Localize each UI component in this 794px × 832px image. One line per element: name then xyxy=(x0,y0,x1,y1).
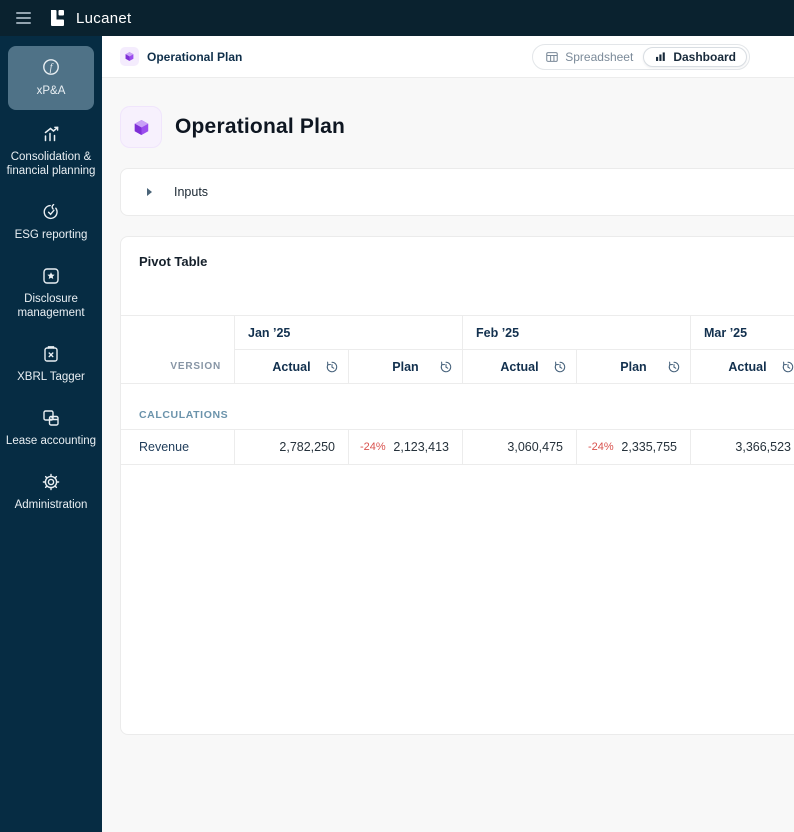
column-header-label: Plan xyxy=(392,359,419,374)
column-header-label: Actual xyxy=(272,359,311,374)
spreadsheet-toggle-button[interactable]: Spreadsheet xyxy=(535,48,643,66)
svg-text:f: f xyxy=(50,63,54,74)
sidebar-item-label: XBRL Tagger xyxy=(17,371,85,383)
breadcrumb[interactable]: Operational Plan xyxy=(120,47,242,66)
cell-value: 3,060,475 xyxy=(507,440,563,454)
star-square-icon xyxy=(41,266,61,286)
pivot-table-card: Pivot Table Jan ’25 Feb ’25 Mar ’25 VERS… xyxy=(120,236,794,735)
sidebar-item-administration[interactable]: Administration xyxy=(3,472,99,512)
leaf-check-icon xyxy=(41,202,61,222)
table-row-revenue: Revenue 2,782,250 -24% 2,123,413 3,060,4… xyxy=(121,430,794,465)
history-icon[interactable] xyxy=(553,360,567,374)
topbar: Lucanet xyxy=(0,0,794,36)
cell-value: 2,782,250 xyxy=(279,440,335,454)
sidebar-item-label: ESG reporting xyxy=(14,229,88,241)
cell-feb-plan[interactable]: -24% 2,335,755 xyxy=(576,430,690,465)
page-title: Operational Plan xyxy=(175,115,346,138)
sidebar-item-xbrl[interactable]: XBRL Tagger xyxy=(3,344,99,384)
column-header-mar-actual[interactable]: Actual xyxy=(690,350,794,384)
sidebar-item-label: Consolidation & financial planning xyxy=(6,151,96,177)
pivot-table: Jan ’25 Feb ’25 Mar ’25 VERSION Actual P… xyxy=(121,315,794,465)
menu-icon[interactable] xyxy=(16,12,31,24)
history-icon[interactable] xyxy=(781,360,794,374)
content: Operational Plan Inputs Pivot Table Jan … xyxy=(102,106,794,735)
dashboard-toggle-button[interactable]: Dashboard xyxy=(643,46,747,67)
breadcrumb-bar: Operational Plan Spreadsheet Dashboard xyxy=(102,36,794,78)
column-header-feb-plan[interactable]: Plan xyxy=(576,350,690,384)
cube-icon xyxy=(120,106,162,148)
cell-value: 2,123,413 xyxy=(393,440,449,454)
cell-mar-actual[interactable]: 3,366,523 xyxy=(690,430,794,465)
column-header-label: Actual xyxy=(728,359,767,374)
sidebar-item-lease[interactable]: Lease accounting xyxy=(3,408,99,448)
column-header-feb-actual[interactable]: Actual xyxy=(462,350,576,384)
calculations-group-label: CALCULATIONS xyxy=(121,400,794,430)
delta-badge: -24% xyxy=(360,441,386,453)
sidebar-item-label: xP&A xyxy=(36,85,66,97)
history-icon[interactable] xyxy=(439,360,453,374)
sidebar-item-label: Lease accounting xyxy=(5,435,97,447)
delta-badge: -24% xyxy=(588,441,614,453)
inputs-section-label: Inputs xyxy=(174,185,209,199)
month-header-jan: Jan ’25 xyxy=(234,316,462,350)
column-header-label: Plan xyxy=(620,359,647,374)
chevron-right-icon xyxy=(147,188,152,196)
breadcrumb-label: Operational Plan xyxy=(147,49,243,64)
row-label-revenue[interactable]: Revenue xyxy=(121,430,234,465)
history-icon[interactable] xyxy=(667,360,681,374)
brand-name: Lucanet xyxy=(76,9,132,27)
history-icon[interactable] xyxy=(325,360,339,374)
cell-value: 2,335,755 xyxy=(621,440,677,454)
corner-cell xyxy=(121,316,234,350)
spacer-row xyxy=(121,384,794,400)
column-header-jan-plan[interactable]: Plan xyxy=(348,350,462,384)
gear-icon xyxy=(41,472,61,492)
pivot-table-title: Pivot Table xyxy=(139,254,208,269)
sidebar-item-consolidation[interactable]: Consolidation & financial planning xyxy=(3,124,99,178)
cell-feb-actual[interactable]: 3,060,475 xyxy=(462,430,576,465)
month-header-row: Jan ’25 Feb ’25 Mar ’25 xyxy=(121,316,794,350)
brand: Lucanet xyxy=(47,8,131,28)
main-area: Operational Plan Spreadsheet Dashboard O… xyxy=(102,36,794,832)
column-header-jan-actual[interactable]: Actual xyxy=(234,350,348,384)
sidebar-item-esg[interactable]: ESG reporting xyxy=(3,202,99,242)
sidebar: f xP&A Consolidation & financial plannin… xyxy=(0,36,102,832)
dashboard-toggle-label: Dashboard xyxy=(673,49,736,64)
column-header-label: Actual xyxy=(500,359,539,374)
spreadsheet-toggle-label: Spreadsheet xyxy=(565,49,634,64)
version-header-row: VERSION Actual Plan Actual Plan Actual xyxy=(121,350,794,384)
page-header: Operational Plan xyxy=(120,106,794,148)
cell-value: 3,366,523 xyxy=(735,440,791,454)
spreadsheet-icon xyxy=(545,50,559,64)
function-icon: f xyxy=(41,57,61,77)
month-header-mar: Mar ’25 xyxy=(690,316,794,350)
month-header-feb: Feb ’25 xyxy=(462,316,690,350)
lease-calendar-icon xyxy=(41,408,61,428)
view-toggle: Spreadsheet Dashboard xyxy=(532,43,750,70)
sidebar-item-label: Disclosure management xyxy=(17,293,85,319)
lucanet-logo-icon xyxy=(47,8,67,28)
inputs-section-toggle[interactable]: Inputs xyxy=(120,168,794,216)
cell-jan-plan[interactable]: -24% 2,123,413 xyxy=(348,430,462,465)
sidebar-item-disclosure[interactable]: Disclosure management xyxy=(3,266,99,320)
bar-chart-icon xyxy=(41,124,61,144)
cell-jan-actual[interactable]: 2,782,250 xyxy=(234,430,348,465)
sidebar-item-label: Administration xyxy=(14,499,88,511)
sidebar-item-xpa[interactable]: f xP&A xyxy=(8,46,94,110)
cube-icon xyxy=(120,47,139,66)
version-label: VERSION xyxy=(121,350,234,384)
dashboard-icon xyxy=(654,50,667,63)
clipboard-x-icon xyxy=(41,344,61,364)
